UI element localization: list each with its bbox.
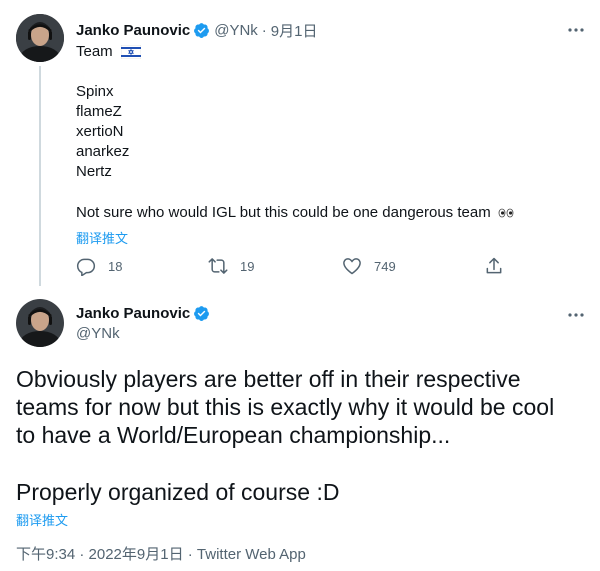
verified-badge-icon xyxy=(193,305,210,322)
tweet-text-team: Team xyxy=(76,43,113,60)
israel-flag-icon xyxy=(120,45,141,60)
reply-icon xyxy=(76,258,96,276)
retweet-count: 19 xyxy=(240,258,255,274)
tweet-text-closing-line: Not sure who would IGL but this could be… xyxy=(76,203,515,223)
tweet-actions-bar: 18 19 749 xyxy=(76,256,506,278)
author-handle[interactable]: @YNk xyxy=(214,22,258,39)
avatar[interactable] xyxy=(16,14,64,62)
avatar[interactable] xyxy=(16,299,64,347)
more-options-icon[interactable] xyxy=(566,305,586,325)
author-name[interactable]: Janko Paunovic xyxy=(76,305,190,322)
reply-count: 18 xyxy=(108,258,123,274)
translate-tweet-link[interactable]: 翻译推文 xyxy=(76,228,128,247)
reply-button[interactable]: 18 xyxy=(76,256,122,276)
tweet-text-line: Team xyxy=(76,42,141,62)
tweet-header: Janko Paunovic xyxy=(76,305,210,322)
retweet-button[interactable]: 19 xyxy=(208,256,254,276)
tweet-thread: Janko Paunovic @YNk · 9月1日 Team Spinx fl… xyxy=(0,0,600,571)
parent-tweet[interactable]: Janko Paunovic @YNk · 9月1日 Team Spinx fl… xyxy=(0,0,600,286)
verified-badge-icon xyxy=(193,22,210,39)
tweet-text-closing: Not sure who would IGL but this could be… xyxy=(76,204,491,221)
like-count: 749 xyxy=(374,258,396,274)
tweet-timestamp-source[interactable]: 下午9:34 · 2022年9月1日 · Twitter Web App xyxy=(16,543,306,564)
tweet-text-line: Obviously players are better off in thei… xyxy=(16,366,521,392)
player-name: Nertz xyxy=(76,163,112,180)
tweet-text-line: teams for now but this is exactly why it… xyxy=(16,394,555,420)
more-options-icon[interactable] xyxy=(566,20,586,40)
tweet-text-line: Properly organized of course :D xyxy=(16,479,340,505)
translate-tweet-link[interactable]: 翻译推文 xyxy=(16,510,68,529)
retweet-icon xyxy=(208,258,228,274)
author-handle[interactable]: @YNk xyxy=(76,325,120,342)
eyes-emoji-icon xyxy=(497,208,515,218)
player-name: flameZ xyxy=(76,103,122,120)
like-button[interactable]: 749 xyxy=(342,256,396,276)
separator-dot: · xyxy=(261,22,267,39)
thread-connector-line xyxy=(39,66,41,286)
tweet-date[interactable]: 9月1日 xyxy=(271,20,318,41)
author-name[interactable]: Janko Paunovic xyxy=(76,22,190,39)
share-button[interactable] xyxy=(484,256,504,276)
tweet-text-line: to have a World/European championship... xyxy=(16,422,451,448)
tweet-header: Janko Paunovic @YNk · 9月1日 xyxy=(76,20,317,41)
player-name: xertioN xyxy=(76,123,124,140)
heart-icon xyxy=(343,258,361,275)
player-name: anarkez xyxy=(76,143,130,160)
share-icon xyxy=(486,257,502,274)
focused-tweet[interactable]: Janko Paunovic @YNk Obviously players ar… xyxy=(0,285,600,571)
player-name: Spinx xyxy=(76,83,114,100)
